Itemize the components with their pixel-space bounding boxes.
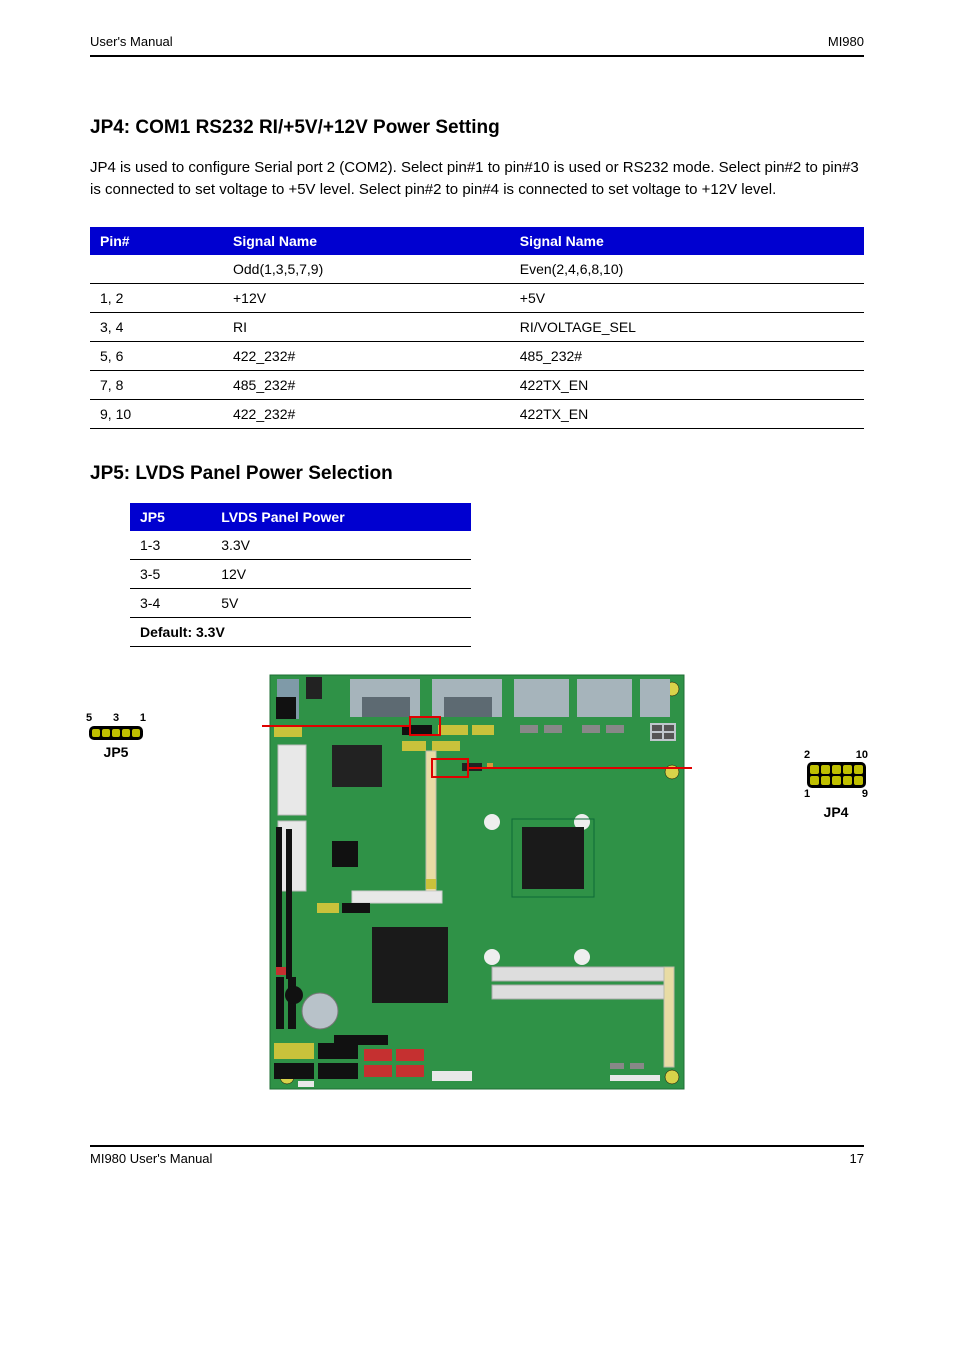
default-note: Default: 3.3V: [130, 617, 471, 646]
jp4-top-numbers: 210: [804, 749, 868, 761]
th-pin: Pin#: [90, 227, 223, 255]
section1-title: JP4: COM1 RS232 RI/+5V/+12V Power Settin…: [90, 117, 864, 139]
table-row: 3, 4 RI RI/VOLTAGE_SEL: [90, 312, 864, 341]
jp5-label: JP5: [86, 744, 146, 760]
header-left: User's Manual: [90, 34, 173, 49]
jp5-pin-numbers: 531: [86, 712, 146, 724]
jp4-callout: 210 19 JP4: [804, 749, 868, 820]
footer-page-number: 17: [850, 1151, 864, 1166]
table-row: 7, 8 485_232# 422TX_EN: [90, 370, 864, 399]
th-signal-odd: Signal Name: [223, 227, 510, 255]
table-subheader-row: Odd(1,3,5,7,9) Even(2,4,6,8,10): [90, 255, 864, 284]
pin-header-2x5-icon: [807, 762, 866, 788]
table-row: 1, 2 +12V +5V: [90, 283, 864, 312]
board-diagram-row: 531 JP5: [90, 667, 864, 1127]
jp5-table: JP5 LVDS Panel Power 1-3 3.3V 3-5 12V 3-…: [130, 503, 471, 647]
jp4-bottom-numbers: 19: [804, 788, 868, 800]
page-footer: MI980 User's Manual 17: [90, 1145, 864, 1166]
table-row: 1-3 3.3V: [130, 531, 471, 560]
table-row: 9, 10 422_232# 422TX_EN: [90, 399, 864, 428]
footer-left: MI980 User's Manual: [90, 1151, 212, 1166]
motherboard-diagram: [262, 667, 692, 1097]
table-row: 5, 6 422_232# 485_232#: [90, 341, 864, 370]
jp4-label: JP4: [804, 804, 868, 820]
table-row: 3-4 5V: [130, 588, 471, 617]
th-jp5: JP5: [130, 503, 211, 531]
th-lvds-power: LVDS Panel Power: [211, 503, 470, 531]
jp4-pin-table: Pin# Signal Name Signal Name Odd(1,3,5,7…: [90, 227, 864, 429]
section1-desc: JP4 is used to configure Serial port 2 (…: [90, 157, 864, 201]
page-header: User's Manual MI980: [90, 34, 864, 57]
table-row: Default: 3.3V: [130, 617, 471, 646]
header-right: MI980: [828, 34, 864, 49]
th-signal-even: Signal Name: [510, 227, 864, 255]
table-row: 3-5 12V: [130, 559, 471, 588]
pin-header-icon: [89, 726, 143, 740]
jp5-callout: 531 JP5: [86, 708, 146, 760]
section2-title: JP5: LVDS Panel Power Selection: [90, 463, 864, 485]
